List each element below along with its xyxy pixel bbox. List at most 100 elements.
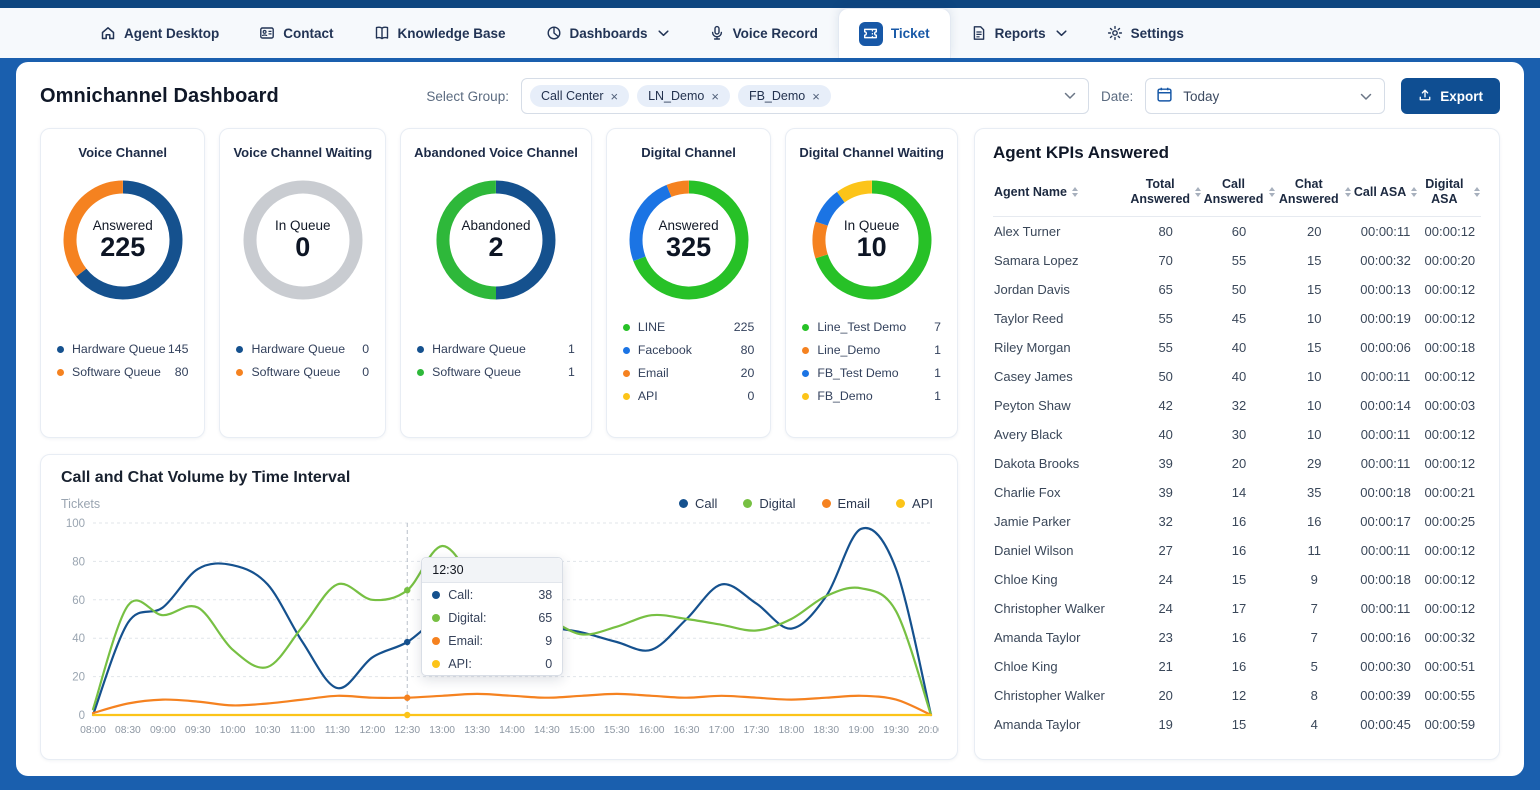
legend-label: FB_Demo bbox=[817, 389, 872, 403]
legend-value: 1 bbox=[568, 365, 575, 379]
table-row[interactable]: Taylor Reed55451000:00:1900:00:12 bbox=[993, 304, 1481, 333]
tooltip-series-value: 65 bbox=[538, 611, 552, 625]
legend-dot-icon bbox=[417, 369, 424, 376]
legend-dot-icon bbox=[802, 324, 809, 331]
agent-name-cell: Christopher Walker bbox=[993, 594, 1130, 623]
chip-remove-icon[interactable]: × bbox=[812, 90, 820, 103]
tooltip-series-label: Digital: bbox=[448, 611, 486, 625]
sort-icon[interactable] bbox=[1195, 187, 1201, 197]
donut-center: Answered225 bbox=[61, 178, 185, 302]
sort-icon[interactable] bbox=[1072, 187, 1078, 197]
nav-item-label: Reports bbox=[995, 26, 1046, 41]
table-row[interactable]: Peyton Shaw42321000:00:1400:00:03 bbox=[993, 391, 1481, 420]
agent-value-cell: 00:00:18 bbox=[1419, 333, 1481, 362]
group-chip-fb-demo[interactable]: FB_Demo× bbox=[738, 85, 831, 107]
kpi-card-title: Digital Channel bbox=[641, 145, 736, 160]
legend-dot-icon bbox=[417, 346, 424, 353]
kpi-card-title: Voice Channel bbox=[78, 145, 167, 160]
agent-value-cell: 00:00:59 bbox=[1419, 710, 1481, 739]
chart-legend-item-digital[interactable]: Digital bbox=[743, 496, 795, 511]
nav-item-reports[interactable]: Reports bbox=[951, 8, 1087, 58]
nav-item-label: Ticket bbox=[891, 26, 930, 41]
table-row[interactable]: Chloe King2415900:00:1800:00:12 bbox=[993, 565, 1481, 594]
group-chip-call-center[interactable]: Call Center× bbox=[530, 85, 629, 107]
nav-item-settings[interactable]: Settings bbox=[1087, 8, 1204, 58]
legend-value: 1 bbox=[934, 366, 941, 380]
group-select[interactable]: Call Center× LN_Demo× FB_Demo× bbox=[521, 78, 1089, 114]
table-header-digital-asa[interactable]: Digital ASA bbox=[1419, 173, 1481, 217]
agent-value-cell: 20 bbox=[1202, 449, 1276, 478]
agent-value-cell: 50 bbox=[1130, 362, 1202, 391]
table-row[interactable]: Samara Lopez70551500:00:3200:00:20 bbox=[993, 246, 1481, 275]
table-header-agent-name[interactable]: Agent Name bbox=[993, 173, 1130, 217]
table-row[interactable]: Daniel Wilson27161100:00:1100:00:12 bbox=[993, 536, 1481, 565]
nav-item-dashboards[interactable]: Dashboards bbox=[526, 8, 689, 58]
agent-value-cell: 55 bbox=[1130, 304, 1202, 333]
nav-item-agent-desktop[interactable]: Agent Desktop bbox=[80, 8, 239, 58]
export-button[interactable]: Export bbox=[1401, 78, 1500, 114]
group-chip-ln-demo[interactable]: LN_Demo× bbox=[637, 85, 730, 107]
svg-text:13:30: 13:30 bbox=[464, 725, 490, 736]
svg-text:17:30: 17:30 bbox=[744, 725, 770, 736]
legend-dot-icon bbox=[802, 393, 809, 400]
table-header-call-asa[interactable]: Call ASA bbox=[1352, 173, 1418, 217]
table-row[interactable]: Christopher Walker2012800:00:3900:00:55 bbox=[993, 681, 1481, 710]
table-header-call-answered[interactable]: Call Answered bbox=[1202, 173, 1276, 217]
table-row[interactable]: Riley Morgan55401500:00:0600:00:18 bbox=[993, 333, 1481, 362]
agent-value-cell: 00:00:06 bbox=[1352, 333, 1418, 362]
table-row[interactable]: Jamie Parker32161600:00:1700:00:25 bbox=[993, 507, 1481, 536]
svg-text:19:00: 19:00 bbox=[848, 725, 874, 736]
chip-remove-icon[interactable]: × bbox=[711, 90, 719, 103]
table-row[interactable]: Chloe King2116500:00:3000:00:51 bbox=[993, 652, 1481, 681]
agent-value-cell: 17 bbox=[1202, 594, 1276, 623]
agent-value-cell: 00:00:11 bbox=[1352, 420, 1418, 449]
agent-value-cell: 39 bbox=[1130, 478, 1202, 507]
date-select[interactable]: Today bbox=[1145, 78, 1385, 114]
sort-icon[interactable] bbox=[1411, 187, 1417, 197]
agent-name-cell: Casey James bbox=[993, 362, 1130, 391]
table-row[interactable]: Jordan Davis65501500:00:1300:00:12 bbox=[993, 275, 1481, 304]
table-row[interactable]: Avery Black40301000:00:1100:00:12 bbox=[993, 420, 1481, 449]
table-row[interactable]: Christopher Walker2417700:00:1100:00:12 bbox=[993, 594, 1481, 623]
chip-remove-icon[interactable]: × bbox=[610, 90, 618, 103]
chart-legend-item-email[interactable]: Email bbox=[822, 496, 871, 511]
agent-value-cell: 00:00:55 bbox=[1419, 681, 1481, 710]
nav-item-label: Contact bbox=[283, 26, 333, 41]
kpi-card-digital-channel: Digital ChannelAnswered325LINE225Faceboo… bbox=[606, 128, 771, 438]
table-row[interactable]: Charlie Fox39143500:00:1800:00:21 bbox=[993, 478, 1481, 507]
nav-item-ticket[interactable]: Ticket bbox=[838, 8, 951, 58]
legend-dot-icon bbox=[432, 614, 440, 622]
legend-value: 145 bbox=[168, 342, 189, 356]
home-icon bbox=[100, 25, 116, 41]
volume-chart-card: Call and Chat Volume by Time Interval Ti… bbox=[40, 454, 958, 760]
agent-name-cell: Charlie Fox bbox=[993, 478, 1130, 507]
nav-item-knowledge-base[interactable]: Knowledge Base bbox=[354, 8, 526, 58]
svg-text:13:00: 13:00 bbox=[429, 725, 455, 736]
kpi-legend-item: API0 bbox=[623, 389, 754, 403]
nav-item-voice-record[interactable]: Voice Record bbox=[689, 8, 838, 58]
donut-center-value: 10 bbox=[857, 233, 887, 263]
table-header-total-answered[interactable]: Total Answered bbox=[1130, 173, 1202, 217]
agent-value-cell: 00:00:12 bbox=[1419, 362, 1481, 391]
column-label: Call Answered bbox=[1203, 177, 1264, 207]
table-row[interactable]: Casey James50401000:00:1100:00:12 bbox=[993, 362, 1481, 391]
svg-text:15:30: 15:30 bbox=[604, 725, 630, 736]
sort-icon[interactable] bbox=[1474, 187, 1480, 197]
nav-item-contact[interactable]: Contact bbox=[239, 8, 353, 58]
table-row[interactable]: Dakota Brooks39202900:00:1100:00:12 bbox=[993, 449, 1481, 478]
table-row[interactable]: Amanda Taylor2316700:00:1600:00:32 bbox=[993, 623, 1481, 652]
legend-dot-icon bbox=[679, 499, 688, 508]
agent-name-cell: Daniel Wilson bbox=[993, 536, 1130, 565]
table-row[interactable]: Amanda Taylor1915400:00:4500:00:59 bbox=[993, 710, 1481, 739]
export-button-label: Export bbox=[1440, 89, 1483, 104]
table-row[interactable]: Alex Turner80602000:00:1100:00:12 bbox=[993, 217, 1481, 247]
upload-icon bbox=[1418, 88, 1432, 105]
sort-icon[interactable] bbox=[1269, 187, 1275, 197]
agent-value-cell: 00:00:18 bbox=[1352, 565, 1418, 594]
sort-icon[interactable] bbox=[1345, 187, 1351, 197]
chart-legend-item-api[interactable]: API bbox=[896, 496, 933, 511]
svg-text:11:00: 11:00 bbox=[290, 725, 315, 736]
chart-legend-item-call[interactable]: Call bbox=[679, 496, 717, 511]
table-header-chat-answered[interactable]: Chat Answered bbox=[1276, 173, 1352, 217]
agent-value-cell: 9 bbox=[1276, 565, 1352, 594]
